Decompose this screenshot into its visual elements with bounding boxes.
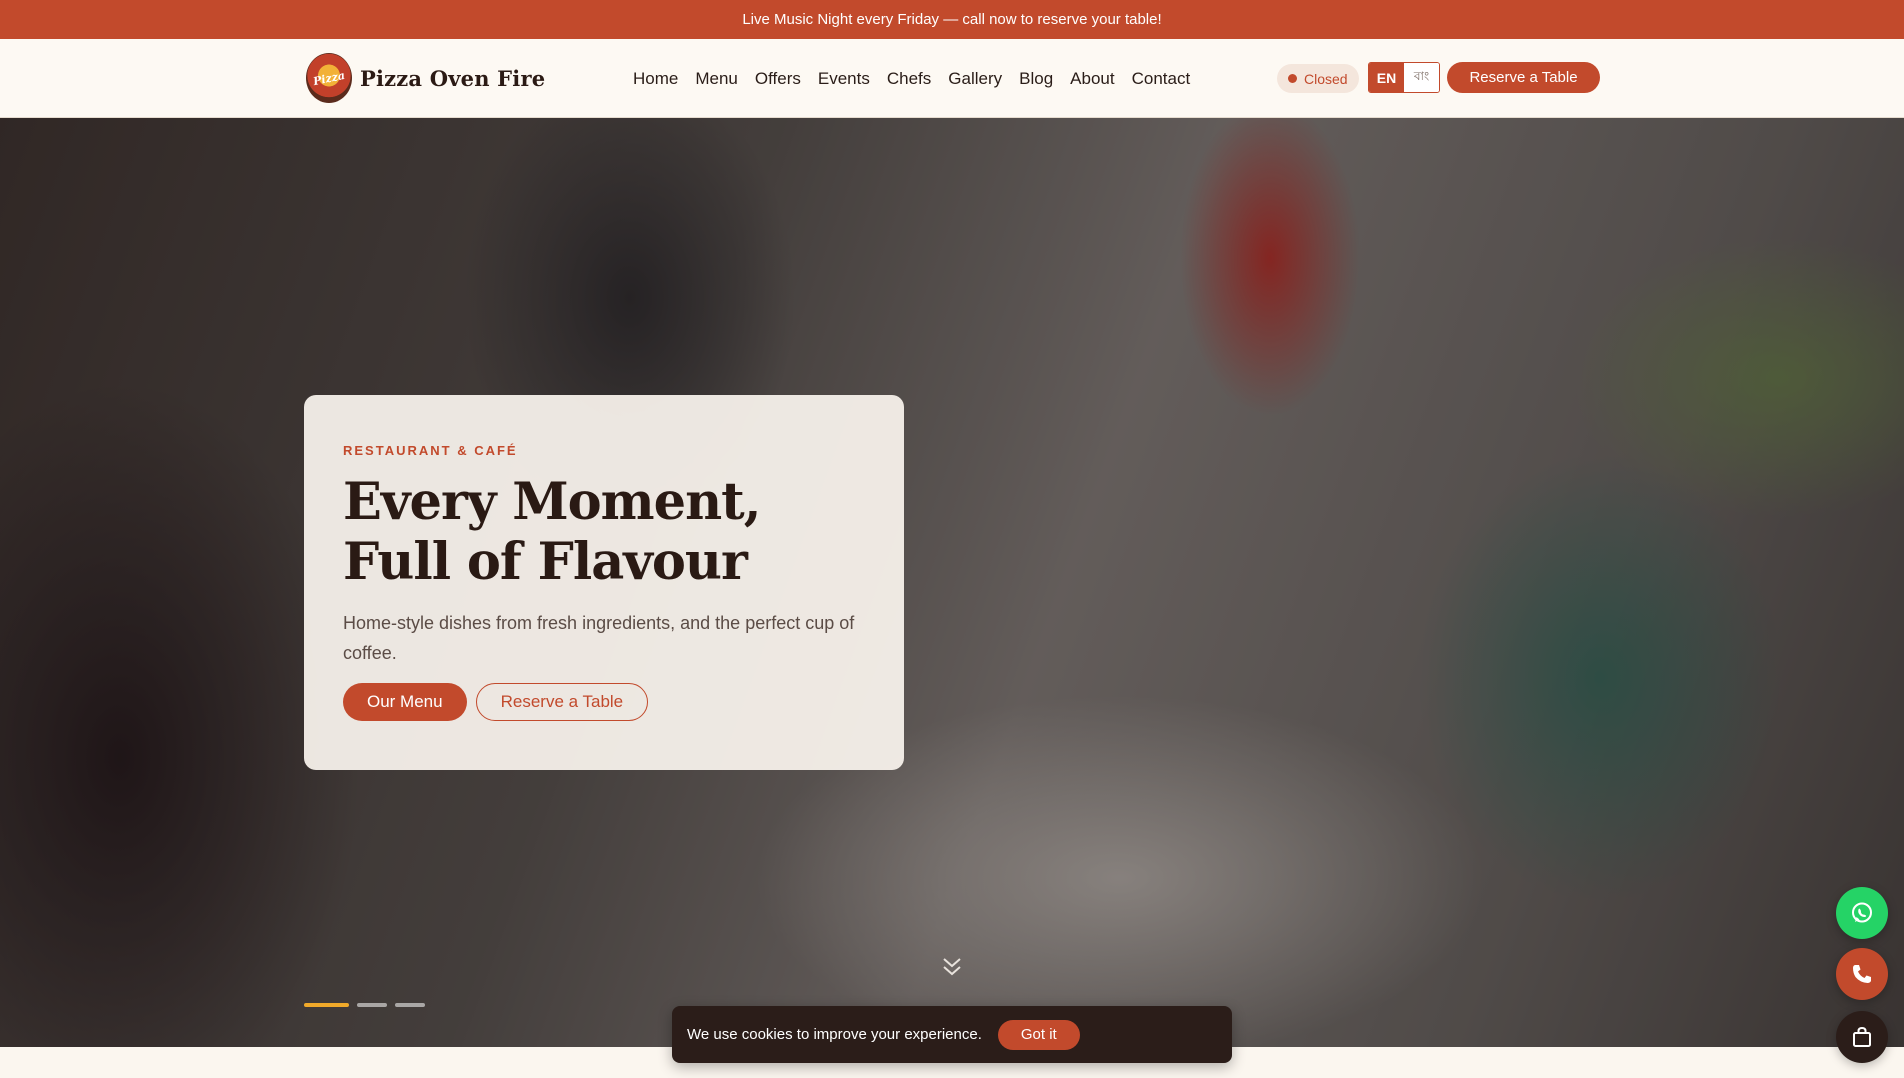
hero-title: Every Moment, Full of Flavour bbox=[343, 472, 762, 592]
hero-eyebrow: RESTAURANT & CAFÉ bbox=[343, 443, 518, 458]
announcement-text: Live Music Night every Friday — call now… bbox=[742, 11, 1162, 28]
slide-dot-2[interactable] bbox=[357, 1003, 387, 1007]
lang-bn-button[interactable]: বাং bbox=[1404, 63, 1439, 92]
hero-actions: Our Menu Reserve a Table bbox=[343, 683, 864, 721]
our-menu-button[interactable]: Our Menu bbox=[343, 683, 467, 721]
logo-text: Pizza bbox=[311, 68, 347, 88]
hero-subtitle: Home-style dishes from fresh ingredients… bbox=[343, 613, 855, 663]
brand-home-link[interactable]: Pizza Pizza Oven Fire bbox=[306, 51, 545, 105]
status-dot-icon bbox=[1288, 74, 1297, 83]
nav-link-blog[interactable]: Blog bbox=[1019, 69, 1053, 89]
hero-background-image bbox=[0, 118, 1904, 1047]
reserve-table-nav-button[interactable]: Reserve a Table bbox=[1447, 62, 1600, 93]
nav-link-about[interactable]: About bbox=[1070, 69, 1114, 89]
whatsapp-icon bbox=[1852, 902, 1872, 923]
open-status-badge: Closed bbox=[1277, 64, 1359, 93]
navbar: Pizza Pizza Oven Fire Home Menu Offers E… bbox=[0, 39, 1904, 118]
phone-icon bbox=[1853, 965, 1871, 983]
language-switcher: EN বাং bbox=[1368, 62, 1440, 93]
brand-name: Pizza Oven Fire bbox=[360, 65, 546, 91]
pizza-logo-icon: Pizza bbox=[306, 53, 352, 103]
shopping-bag-icon bbox=[1853, 1026, 1871, 1047]
nav-link-gallery[interactable]: Gallery bbox=[948, 69, 1002, 89]
nav-link-events[interactable]: Events bbox=[818, 69, 870, 89]
scroll-down-chevron-icon[interactable] bbox=[940, 956, 964, 978]
main-nav: Home Menu Offers Events Chefs Gallery Bl… bbox=[633, 39, 1190, 118]
cookie-accept-button[interactable]: Got it bbox=[997, 1019, 1080, 1050]
slide-dot-3[interactable] bbox=[395, 1003, 425, 1007]
nav-link-offers[interactable]: Offers bbox=[755, 69, 801, 89]
hero-section: RESTAURANT & CAFÉ Every Moment, Full of … bbox=[0, 118, 1904, 1047]
cart-button[interactable] bbox=[1836, 1011, 1888, 1063]
reserve-table-hero-button[interactable]: Reserve a Table bbox=[475, 683, 649, 721]
hero-slide-indicators bbox=[304, 1003, 425, 1007]
slide-dot-1[interactable] bbox=[304, 1003, 349, 1007]
nav-link-home[interactable]: Home bbox=[633, 69, 678, 89]
call-button[interactable] bbox=[1836, 948, 1888, 1000]
nav-link-contact[interactable]: Contact bbox=[1132, 69, 1191, 89]
whatsapp-button[interactable] bbox=[1836, 887, 1888, 939]
cookie-text: We use cookies to improve your experienc… bbox=[687, 1026, 982, 1043]
nav-link-menu[interactable]: Menu bbox=[695, 69, 738, 89]
nav-link-chefs[interactable]: Chefs bbox=[887, 69, 931, 89]
lang-en-button[interactable]: EN bbox=[1369, 63, 1404, 92]
cookie-banner: We use cookies to improve your experienc… bbox=[672, 1006, 1232, 1063]
announcement-bar: Live Music Night every Friday — call now… bbox=[0, 0, 1904, 39]
hero-card: RESTAURANT & CAFÉ Every Moment, Full of … bbox=[304, 395, 904, 770]
status-text: Closed bbox=[1304, 70, 1348, 87]
